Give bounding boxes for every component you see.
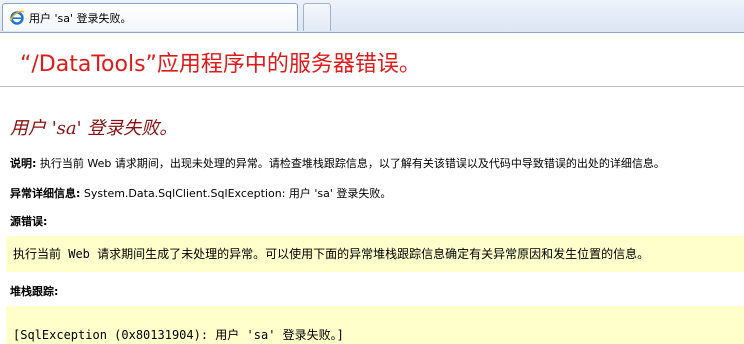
new-tab-button[interactable] [303,3,331,31]
title-divider [0,86,744,87]
source-error-label: 源错误: [10,215,48,228]
stack-trace-box: [SqlException (0x80131904): 用户 'sa' 登录失败… [6,306,744,344]
exception-details-label: 异常详细信息: [10,187,81,200]
description-line: 说明: 执行当前 Web 请求期间，出现未处理的异常。请检查堆栈跟踪信息，以了解… [10,155,665,171]
source-error-box: 执行当前 Web 请求期间生成了未处理的异常。可以使用下面的异常堆栈跟踪信息确定… [6,236,744,272]
exception-details-line: 异常详细信息: System.Data.SqlClient.SqlExcepti… [10,185,391,201]
ie-page-icon [9,10,25,25]
error-heading: 用户 'sa' 登录失败。 [10,118,178,139]
browser-tab-strip: 用户 'sa' 登录失败。 [0,0,744,33]
tab-title: 用户 'sa' 登录失败。 [29,12,132,25]
browser-tab[interactable]: 用户 'sa' 登录失败。 [2,3,298,31]
exception-details-text: System.Data.SqlClient.SqlException: 用户 '… [80,187,392,200]
description-text: 执行当前 Web 请求期间，出现未处理的异常。请检查堆栈跟踪信息，以了解有关该错… [36,157,665,170]
source-error-line: 源错误: [10,213,47,229]
description-label: 说明: [10,157,37,170]
stack-trace-label: 堆栈跟踪: [10,285,59,298]
stack-trace-line: 堆栈跟踪: [10,283,58,299]
page-title: “/DataTools”应用程序中的服务器错误。 [20,52,421,77]
